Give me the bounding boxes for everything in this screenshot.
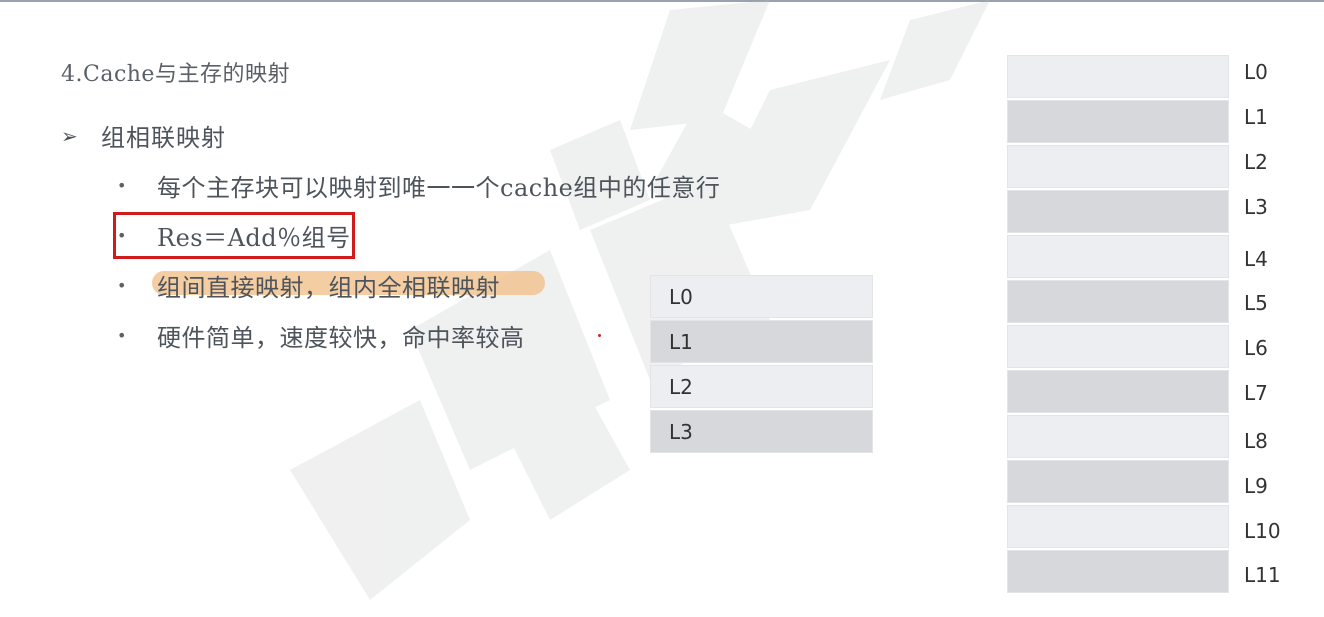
memory-line-label: L9 — [1244, 474, 1268, 498]
bullet-text: 组间直接映射，组内全相联映射 — [157, 274, 500, 302]
main-memory-column — [1007, 55, 1229, 595]
memory-line-label: L3 — [1244, 195, 1268, 219]
arrow-bullet-icon: ➢ — [61, 123, 78, 148]
bullet-dot-icon: • — [117, 226, 127, 245]
bullet-text: 硬件简单，速度较快，命中率较高 — [157, 324, 525, 352]
memory-block — [1007, 415, 1229, 458]
bullet-text: 每个主存块可以映射到唯一一个cache组中的任意行 — [157, 174, 721, 202]
memory-block — [1007, 550, 1229, 593]
memory-block — [1007, 235, 1229, 278]
bullet-dot-icon: • — [117, 276, 127, 295]
bullet-text: Res＝Add％组号 — [157, 224, 351, 252]
bullet-dot-icon: • — [117, 176, 127, 195]
section-title: 4.Cache与主存的映射 — [61, 62, 290, 87]
memory-line-label: L8 — [1244, 429, 1268, 453]
memory-line-label: L11 — [1244, 563, 1281, 587]
memory-line-label: L7 — [1244, 381, 1268, 405]
bullet-item: • 硬件简单，速度较快，命中率较高 — [117, 318, 525, 353]
memory-block — [1007, 190, 1229, 233]
bullet-item: • Res＝Add％组号 — [117, 218, 351, 253]
memory-line-label: L5 — [1244, 291, 1268, 315]
memory-line-label: L2 — [1244, 150, 1268, 174]
memory-line-label: L4 — [1244, 247, 1268, 271]
cache-table: L0 L1 L2 L3 — [650, 275, 873, 455]
memory-block — [1007, 55, 1229, 98]
bullet-item: • 每个主存块可以映射到唯一一个cache组中的任意行 — [117, 168, 720, 203]
memory-line-label: L10 — [1244, 519, 1281, 543]
heading-text: 组相联映射 — [101, 124, 226, 152]
memory-block — [1007, 145, 1229, 188]
memory-block — [1007, 280, 1229, 323]
memory-block — [1007, 100, 1229, 143]
top-divider — [0, 0, 1324, 2]
memory-line-label: L6 — [1244, 336, 1268, 360]
cache-line: L0 — [650, 275, 873, 318]
bullet-item: • 组间直接映射，组内全相联映射 — [117, 268, 500, 303]
watermark-logo — [290, 0, 990, 600]
pointer-dot — [598, 334, 601, 337]
memory-block — [1007, 460, 1229, 503]
memory-block — [1007, 370, 1229, 413]
cache-line: L1 — [650, 320, 873, 363]
memory-line-label: L0 — [1244, 60, 1268, 84]
heading-set-associative: ➢ 组相联映射 — [61, 118, 226, 153]
memory-block — [1007, 325, 1229, 368]
cache-line: L3 — [650, 410, 873, 453]
memory-block — [1007, 505, 1229, 548]
memory-line-label: L1 — [1244, 105, 1268, 129]
cache-line: L2 — [650, 365, 873, 408]
bullet-dot-icon: • — [117, 326, 127, 345]
